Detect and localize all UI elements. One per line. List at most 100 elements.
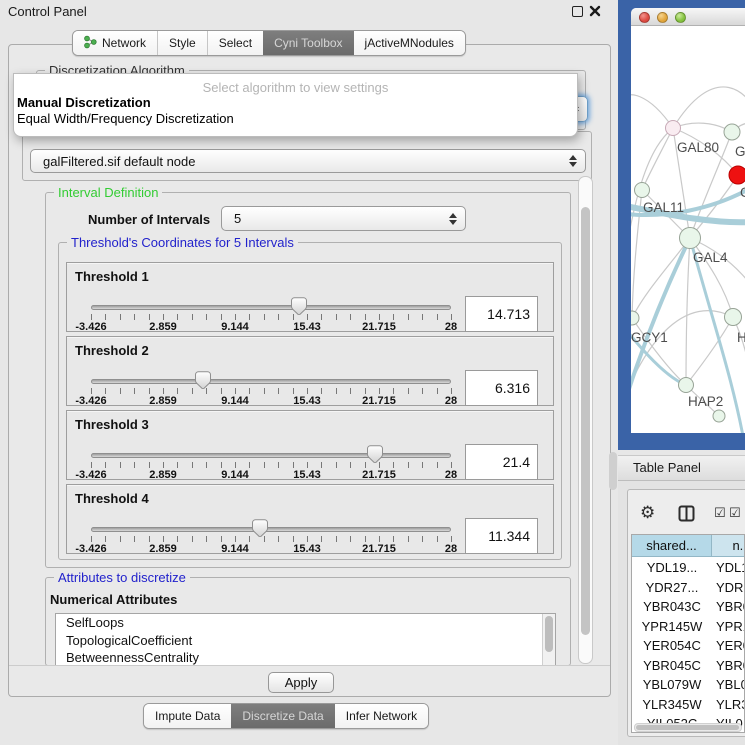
slider-thumb[interactable] <box>291 297 307 315</box>
network-node[interactable] <box>680 228 701 249</box>
tab-select[interactable]: Select <box>207 31 263 55</box>
cell-name[interactable]: YER0 <box>716 636 745 656</box>
threshold-value-field[interactable]: 14.713 <box>465 296 538 332</box>
column-header-shared-name[interactable]: shared... <box>632 535 712 557</box>
checkbox-checked-icon[interactable]: ☑ <box>714 506 726 521</box>
cell-shared-name[interactable]: YLR345W <box>632 695 712 715</box>
scrollbar-thumb[interactable] <box>581 207 590 635</box>
cell-shared-name[interactable]: YER054C <box>632 636 712 656</box>
network-node[interactable] <box>635 183 650 198</box>
slider-thumb[interactable] <box>367 445 383 463</box>
cell-name[interactable]: YBR0 <box>716 597 745 617</box>
attribute-item[interactable]: SelfLoops <box>56 614 555 632</box>
table-data-combo[interactable]: galFiltered.sif default node <box>30 149 586 173</box>
slider-track[interactable] <box>91 453 451 458</box>
network-node[interactable] <box>725 309 742 326</box>
network-edge[interactable] <box>673 123 732 132</box>
slider-tick <box>91 536 92 542</box>
algorithm-option-1[interactable]: Equal Width/Frequency Discretization <box>14 111 577 127</box>
column-header-name[interactable]: n... <box>712 535 745 557</box>
algorithm-dropdown-popup: Select algorithm to view settings Manual… <box>13 73 578 137</box>
tab-network[interactable]: Network <box>73 31 157 55</box>
content-scrollbar[interactable] <box>578 176 593 664</box>
slider-thumb[interactable] <box>195 371 211 389</box>
network-edge[interactable] <box>690 175 738 238</box>
network-edge[interactable] <box>686 317 733 385</box>
table-row[interactable]: YER054CYER0 <box>632 636 745 656</box>
table-row[interactable]: YLR345WYLR3 <box>632 695 745 715</box>
splitter-scrollbar-thumb[interactable] <box>609 452 617 490</box>
slider-tick <box>278 462 279 468</box>
table-row[interactable]: YBL079WYBL0 <box>632 675 745 695</box>
attribute-item[interactable]: BetweennessCentrality <box>56 649 555 666</box>
cell-shared-name[interactable]: YDR27... <box>632 578 712 598</box>
algorithm-option-0[interactable]: Manual Discretization <box>14 95 577 111</box>
node-table[interactable]: shared... n... YDL19...YDL1YDR27...YDR2Y… <box>631 534 745 733</box>
attribute-item[interactable]: TopologicalCoefficient <box>56 632 555 650</box>
cell-name[interactable]: YDL1 <box>716 558 745 578</box>
threshold-value-field[interactable]: 6.316 <box>465 370 538 406</box>
cell-name[interactable]: YPR1 <box>716 617 745 637</box>
bottom-tab-discretize-data[interactable]: Discretize Data <box>231 704 334 728</box>
threshold-value-field[interactable]: 11.344 <box>465 518 538 554</box>
table-row[interactable]: YPR145WYPR1 <box>632 617 745 637</box>
table-row[interactable]: YDL19...YDL1 <box>632 558 745 578</box>
bottom-tab-infer-network[interactable]: Infer Network <box>335 704 428 728</box>
slider-tick <box>105 462 106 468</box>
table-row[interactable]: YDR27...YDR2 <box>632 578 745 598</box>
scrollbar-thumb[interactable] <box>545 616 553 652</box>
tab-cyni-toolbox[interactable]: Cyni Toolbox <box>263 31 353 55</box>
cell-shared-name[interactable]: YBR045C <box>632 656 712 676</box>
num-intervals-value: 5 <box>222 211 444 226</box>
cell-name[interactable]: YLR3 <box>716 695 745 715</box>
network-node[interactable] <box>713 410 725 422</box>
network-edge[interactable] <box>642 128 673 190</box>
tab-jactivemnodules[interactable]: jActiveMNodules <box>354 31 465 55</box>
cell-shared-name[interactable]: YBL079W <box>632 675 712 695</box>
minimize-traffic-light-icon[interactable] <box>657 12 668 23</box>
cell-shared-name[interactable]: YDL19... <box>632 558 712 578</box>
apply-button[interactable]: Apply <box>268 672 334 693</box>
tab-style[interactable]: Style <box>157 31 207 55</box>
slider-tick <box>278 536 279 542</box>
network-edge[interactable] <box>631 128 673 326</box>
algorithm-hint: Select algorithm to view settings <box>14 74 577 95</box>
bottom-tab-impute-data[interactable]: Impute Data <box>144 704 231 728</box>
close-traffic-light-icon[interactable] <box>639 12 650 23</box>
zoom-traffic-light-icon[interactable] <box>675 12 686 23</box>
float-window-icon[interactable] <box>572 6 583 17</box>
network-view[interactable]: GAL80GACGAL11GAL4GCY1HHAP2 <box>631 26 745 433</box>
cell-name[interactable]: YBL0 <box>716 675 745 695</box>
scrollbar-thumb[interactable] <box>636 725 739 730</box>
split-columns-icon[interactable] <box>678 505 695 525</box>
network-edge[interactable] <box>686 238 690 385</box>
slider-tick-label: -3.426 <box>61 543 121 555</box>
num-intervals-combo[interactable]: 5 <box>221 206 466 231</box>
threshold-value-field[interactable]: 21.4 <box>465 444 538 480</box>
close-icon[interactable] <box>589 5 601 17</box>
cell-name[interactable]: YBR0 <box>716 656 745 676</box>
network-edge[interactable] <box>631 95 673 128</box>
table-row[interactable]: YBR045CYBR0 <box>632 656 745 676</box>
network-node[interactable] <box>666 121 681 136</box>
network-node[interactable] <box>724 124 740 140</box>
slider-track[interactable] <box>91 527 451 532</box>
numerical-attributes-list[interactable]: SelfLoopsTopologicalCoefficientBetweenne… <box>55 613 556 666</box>
slider-track[interactable] <box>91 379 451 384</box>
checkbox-checked-icon[interactable]: ☑ <box>729 506 741 521</box>
table-hscrollbar[interactable] <box>634 723 742 732</box>
gear-icon[interactable]: ⚙ <box>640 503 655 523</box>
cell-shared-name[interactable]: YBR043C <box>632 597 712 617</box>
slider-thumb[interactable] <box>252 519 268 537</box>
cell-name[interactable]: YDR2 <box>716 578 745 598</box>
table-row[interactable]: YBR043CYBR0 <box>632 597 745 617</box>
slider-tick <box>307 388 308 394</box>
slider-track[interactable] <box>91 305 451 310</box>
network-node[interactable] <box>679 378 694 393</box>
network-node[interactable] <box>729 166 745 184</box>
slider-tick <box>437 388 438 394</box>
list-scrollbar[interactable] <box>542 614 555 665</box>
slider-tick <box>408 388 409 394</box>
cell-shared-name[interactable]: YPR145W <box>632 617 712 637</box>
network-node[interactable] <box>631 311 639 325</box>
